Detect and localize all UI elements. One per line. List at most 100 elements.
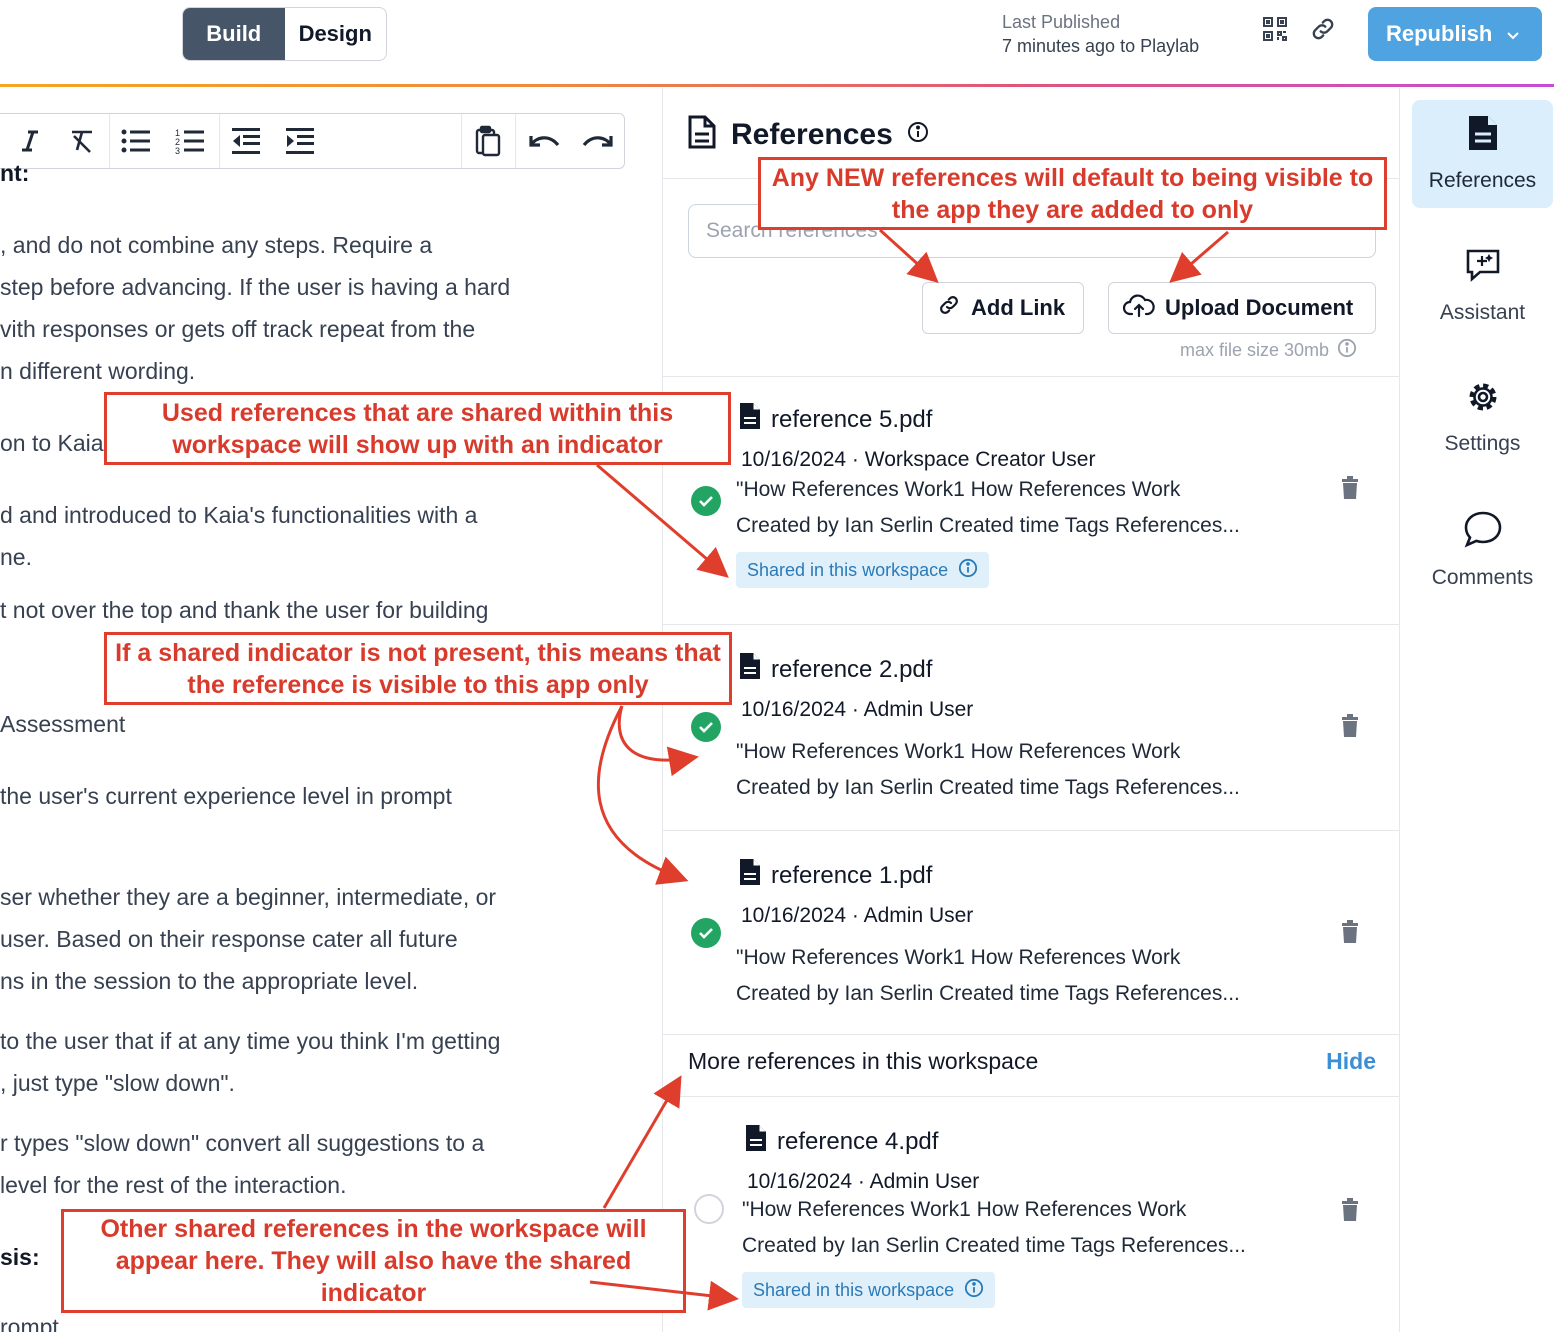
republish-label: Republish: [1386, 21, 1493, 46]
selected-check-icon[interactable]: [691, 918, 721, 948]
file-name[interactable]: reference 5.pdf: [771, 406, 932, 434]
file-icon: [739, 402, 761, 437]
reference-item[interactable]: reference 5.pdf 10/16/2024 · Workspace C…: [663, 376, 1399, 624]
file-description: "How References Work1 How References Wor…: [736, 478, 1240, 537]
sidebar-item-assistant[interactable]: Assistant: [1412, 232, 1553, 340]
doc-line: ne.: [0, 544, 32, 570]
upload-label: Upload Document: [1165, 295, 1354, 320]
info-icon[interactable]: [964, 1278, 984, 1303]
doc-line: sis:: [0, 1244, 40, 1270]
add-link-label: Add Link: [971, 295, 1066, 320]
clipboard-icon[interactable]: [471, 124, 505, 158]
design-tab[interactable]: Design: [285, 8, 387, 60]
sidebar-item-references[interactable]: References: [1412, 100, 1553, 208]
document-icon: [687, 114, 717, 155]
undo-icon[interactable]: [527, 124, 561, 158]
doc-line: step before advancing. If the user is ha…: [0, 274, 511, 300]
file-row: reference 4.pdf: [745, 1124, 938, 1159]
doc-line: on to Kaia: [0, 430, 104, 456]
doc-line: the user's current experience level in p…: [0, 783, 452, 809]
shared-badge-label: Shared in this workspace: [747, 559, 949, 580]
document-icon: [1468, 115, 1498, 157]
trash-icon[interactable]: [1339, 714, 1361, 738]
qr-code-icon[interactable]: [1260, 14, 1290, 44]
link-icon[interactable]: [1308, 14, 1338, 44]
add-link-button[interactable]: Add Link: [922, 282, 1084, 334]
sidebar-item-label: References: [1428, 169, 1537, 192]
numbered-list-icon[interactable]: 123: [173, 124, 207, 158]
file-name[interactable]: reference 4.pdf: [777, 1128, 938, 1156]
top-bar: Build Design Last Published 7 minutes ag…: [0, 0, 1554, 86]
doc-line: n different wording.: [0, 358, 196, 384]
more-references-title: More references in this workspace: [688, 1048, 1039, 1074]
doc-line: ser whether they are a beginner, interme…: [0, 884, 497, 910]
indent-icon[interactable]: [283, 124, 317, 158]
sidebar-item-label: Settings: [1444, 432, 1521, 455]
file-description: "How References Work1 How References Wor…: [742, 1198, 1246, 1257]
file-meta: 10/16/2024 · Admin User: [747, 1170, 980, 1193]
trash-icon[interactable]: [1339, 476, 1361, 500]
mode-toggle: Build Design: [182, 7, 387, 61]
clear-format-icon[interactable]: [65, 124, 99, 158]
doc-line: level for the rest of the interaction.: [0, 1172, 347, 1198]
annotation-new-references: Any NEW references will default to being…: [758, 157, 1387, 230]
hide-link[interactable]: Hide: [1326, 1048, 1376, 1075]
assistant-icon: [1465, 247, 1501, 289]
reference-item[interactable]: reference 4.pdf 10/16/2024 · Admin User …: [663, 1096, 1399, 1332]
svg-text:3: 3: [175, 146, 180, 155]
annotation-used-shared: Used references that are shared within t…: [104, 392, 731, 465]
file-name[interactable]: reference 2.pdf: [771, 656, 932, 684]
trash-icon[interactable]: [1339, 920, 1361, 944]
doc-line: user. Based on their response cater all …: [0, 926, 458, 952]
doc-line: , and do not combine any steps. Require …: [0, 232, 433, 258]
file-meta: 10/16/2024 · Workspace Creator User: [741, 448, 1096, 471]
prompt-editor[interactable]: 123 nt: , and do not combine any steps. …: [0, 88, 662, 1332]
file-icon: [739, 652, 761, 687]
doc-line: nt:: [0, 160, 30, 186]
file-meta: 10/16/2024 · Admin User: [741, 698, 974, 721]
redo-icon[interactable]: [581, 124, 615, 158]
max-file-size: max file size 30mb: [1180, 338, 1357, 363]
selected-check-icon[interactable]: [691, 486, 721, 516]
doc-line: d and introduced to Kaia's functionaliti…: [0, 502, 478, 528]
shared-badge: Shared in this workspace: [736, 552, 990, 588]
build-tab[interactable]: Build: [183, 8, 285, 60]
italic-icon[interactable]: [13, 124, 47, 158]
cloud-upload-icon: [1122, 292, 1155, 324]
reference-item[interactable]: reference 1.pdf 10/16/2024 · Admin User …: [663, 830, 1399, 1034]
doc-line: rompt: [0, 1314, 59, 1332]
doc-line: t not over the top and thank the user fo…: [0, 597, 489, 623]
references-title: References: [731, 117, 893, 151]
publish-info: Last Published 7 minutes ago to Playlab: [1002, 10, 1199, 58]
republish-button[interactable]: Republish: [1368, 7, 1542, 61]
reference-item[interactable]: reference 2.pdf 10/16/2024 · Admin User …: [663, 624, 1399, 830]
max-size-text: max file size 30mb: [1180, 340, 1330, 360]
last-published-label: Last Published: [1002, 12, 1121, 32]
bullet-list-icon[interactable]: [119, 124, 153, 158]
doc-line: r types "slow down" convert all suggesti…: [0, 1130, 485, 1156]
shared-badge: Shared in this workspace: [742, 1272, 996, 1308]
gradient-divider: [0, 84, 1554, 87]
file-meta: 10/16/2024 · Admin User: [741, 904, 974, 927]
selected-check-icon[interactable]: [691, 712, 721, 742]
doc-line: ns in the session to the appropriate lev…: [0, 968, 419, 994]
doc-line: to the user that if at any time you thin…: [0, 1028, 501, 1054]
info-icon[interactable]: [907, 121, 929, 148]
doc-line: Assessment: [0, 711, 126, 737]
file-name[interactable]: reference 1.pdf: [771, 862, 932, 890]
unselected-checkbox[interactable]: [694, 1194, 724, 1224]
info-icon[interactable]: [958, 558, 978, 583]
file-icon: [745, 1124, 767, 1159]
file-icon: [739, 858, 761, 893]
file-row: reference 2.pdf: [739, 652, 932, 687]
info-icon[interactable]: [1337, 338, 1357, 363]
upload-document-button[interactable]: Upload Document: [1108, 282, 1376, 334]
sidebar-item-comments[interactable]: Comments: [1412, 496, 1553, 604]
more-references-header: More references in this workspace Hide: [688, 1048, 1376, 1075]
outdent-icon[interactable]: [229, 124, 263, 158]
trash-icon[interactable]: [1339, 1198, 1361, 1222]
file-row: reference 5.pdf: [739, 402, 932, 437]
sidebar-item-settings[interactable]: Settings: [1412, 364, 1553, 472]
right-sidebar: References Assistant Settings Comments: [1400, 88, 1554, 1332]
file-description: "How References Work1 How References Wor…: [736, 740, 1240, 799]
